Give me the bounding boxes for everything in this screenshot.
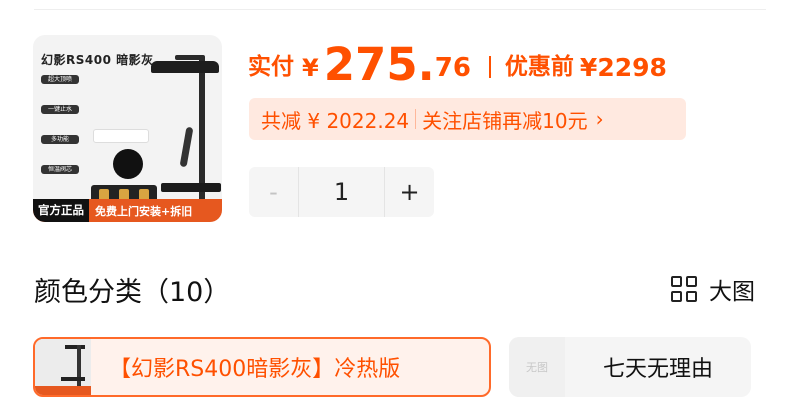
currency-symbol: ¥ <box>302 54 319 82</box>
shower-shelf <box>161 183 221 192</box>
price-separator <box>488 56 491 78</box>
shower-head <box>151 61 219 73</box>
no-image-placeholder: 无图 <box>509 337 565 397</box>
thumb-banner: 官方正品 免费上门安装+拆旧 <box>33 199 222 222</box>
discount-pill[interactable]: 共减 ¥ 2022.24 关注店铺再减10元 › <box>249 98 686 140</box>
product-image[interactable]: 幻影RS400 暗影灰 超大顶喷 一键止水 多功能 恒温阀芯 官方正品 免费上门… <box>33 35 222 222</box>
original-price-value: ¥2298 <box>579 53 667 82</box>
option-thumbnail <box>35 339 91 395</box>
feature-tag: 一键止水 <box>41 105 79 133</box>
option-label: 七天无理由 <box>602 357 713 382</box>
big-view-label: 大图 <box>709 279 755 305</box>
actual-price-decimal: 76 <box>434 53 471 83</box>
hand-shower <box>179 126 194 168</box>
official-badge: 官方正品 <box>33 199 89 222</box>
increment-button[interactable]: + <box>385 167 434 217</box>
color-option-selected[interactable]: 【幻影RS400暗影灰】冷热版 <box>33 337 491 397</box>
original-price-label: 优惠前 <box>504 54 574 80</box>
feature-tag: 超大顶喷 <box>41 75 79 103</box>
top-divider <box>34 9 766 10</box>
color-option[interactable]: 无图 七天无理由 <box>509 337 751 397</box>
follow-shop-discount: 关注店铺再减10元 <box>422 108 588 133</box>
feature-tag: 恒温阀芯 <box>41 165 79 193</box>
service-badge: 免费上门安装+拆旧 <box>95 204 193 218</box>
total-discount: 共减 ¥ 2022.24 <box>261 108 410 133</box>
feature-tag: 多功能 <box>41 135 79 163</box>
option-label: 【幻影RS400暗影灰】冷热版 <box>109 357 401 382</box>
thumb-title: 幻影RS400 暗影灰 <box>41 53 154 67</box>
big-view-toggle[interactable]: 大图 <box>671 272 755 306</box>
quantity-stepper: - 1 + <box>249 167 434 217</box>
price-row: 实付 ¥ 275. 76 优惠前 ¥2298 <box>248 34 667 90</box>
grid-view-icon <box>671 276 697 302</box>
actual-price-integer: 275. <box>323 38 435 91</box>
chevron-right-icon: › <box>595 107 604 131</box>
decrement-button[interactable]: - <box>249 167 298 217</box>
product-part <box>113 149 143 179</box>
quantity-value[interactable]: 1 <box>299 178 384 206</box>
color-category-title: 颜色分类（10） <box>34 277 231 308</box>
discount-separator <box>415 109 417 129</box>
product-part <box>93 129 149 143</box>
actual-price-label: 实付 <box>248 54 294 80</box>
